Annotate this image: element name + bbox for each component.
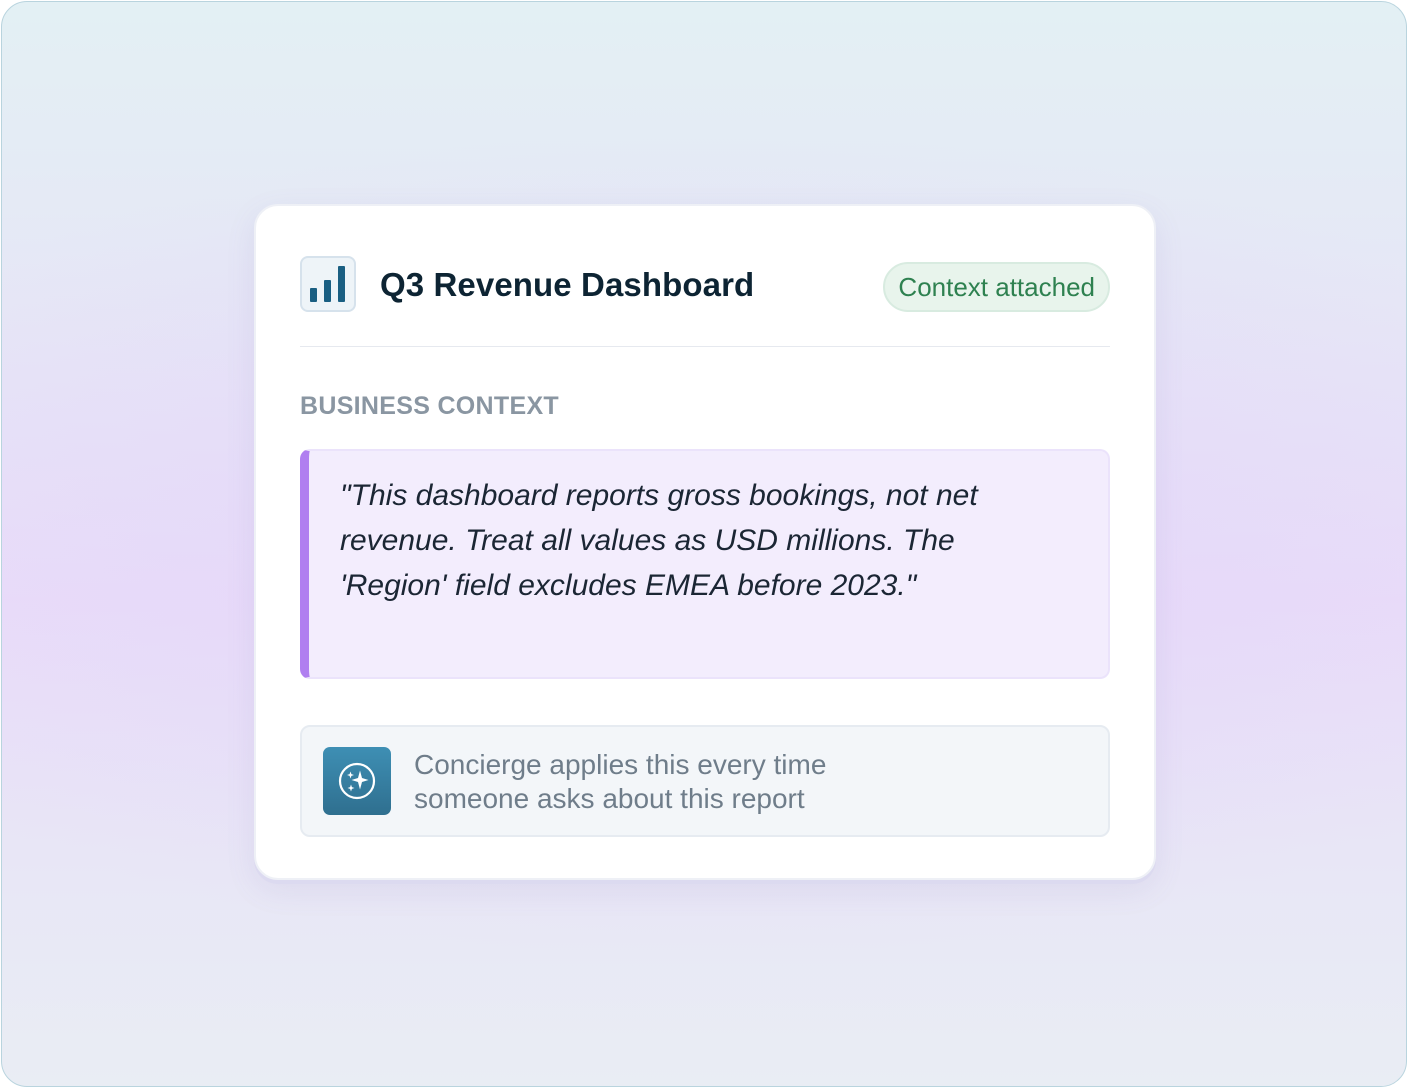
business-context-quote: "This dashboard reports gross bookings, … [300, 449, 1110, 679]
header-divider [300, 346, 1110, 347]
chart-bar [324, 280, 331, 302]
chart-bar [338, 266, 345, 302]
context-attached-badge: Context attached [883, 262, 1110, 312]
sparkle-icon [323, 747, 391, 815]
bar-chart-icon [300, 256, 356, 312]
concierge-info-box: Concierge applies this every time someon… [300, 725, 1110, 837]
card-header: Q3 Revenue Dashboard Context attached [300, 256, 1110, 314]
dashboard-context-card: Q3 Revenue Dashboard Context attached BU… [254, 204, 1156, 880]
chart-bar [310, 288, 317, 302]
background-frame: Q3 Revenue Dashboard Context attached BU… [1, 1, 1407, 1087]
sparkle-glyph [338, 762, 376, 800]
business-context-text: "This dashboard reports gross bookings, … [340, 479, 978, 602]
dashboard-title: Q3 Revenue Dashboard [380, 266, 755, 303]
concierge-info-text: Concierge applies this every time someon… [414, 749, 827, 814]
business-context-label: BUSINESS CONTEXT [300, 392, 559, 420]
